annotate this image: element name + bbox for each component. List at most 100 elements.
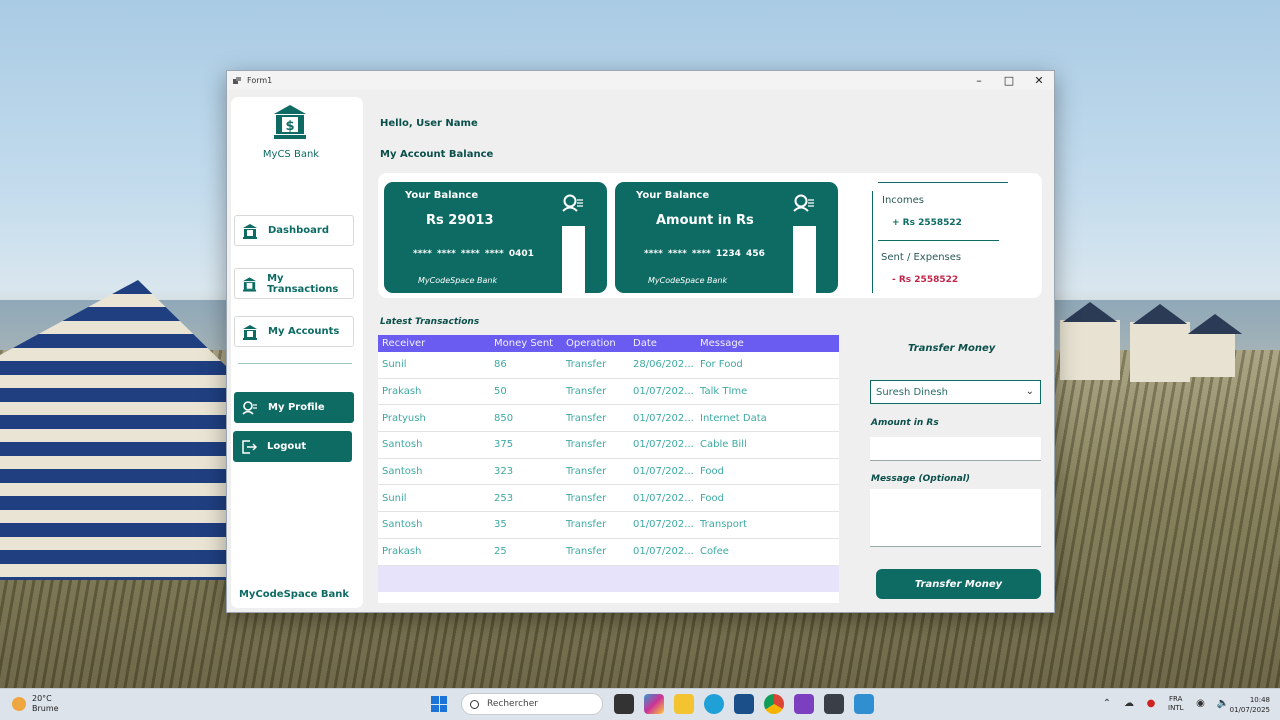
sidebar-item-label: Logout [267, 441, 307, 452]
language-indicator[interactable]: FRA INTL [1168, 695, 1183, 713]
table-cell: Transfer [566, 492, 607, 504]
table-cell: Transfer [566, 412, 607, 424]
column-header[interactable]: Message [696, 338, 816, 349]
table-cell: 01/07/202... [633, 546, 694, 558]
sidebar-item-my-accounts[interactable]: My Accounts [234, 316, 354, 347]
column-header[interactable]: Operation [562, 338, 629, 349]
table-row[interactable]: Prakash 25 Transfer 01/07/202... Cofee [378, 539, 839, 566]
sidebar-item-dashboard[interactable]: Dashboard [234, 215, 354, 246]
table-cell: 01/07/202... [633, 386, 694, 398]
window-title: Form1 [247, 76, 273, 85]
table-cell: Sunil [382, 359, 407, 371]
column-header[interactable]: Money Sent [490, 338, 562, 349]
table-cell: Pratyush [382, 412, 426, 424]
table-cell: 375 [494, 439, 514, 451]
table-cell: 35 [494, 519, 507, 531]
expenses-label: Sent / Expenses [881, 252, 962, 263]
clock-date: 01/07/2025 [1229, 706, 1270, 714]
summary-line [878, 240, 999, 241]
new-row[interactable] [378, 565, 839, 592]
windows-start-icon[interactable] [431, 696, 447, 712]
logout-icon [242, 439, 257, 454]
table-cell: 01/07/202... [633, 466, 694, 478]
table-cell: 850 [494, 412, 514, 424]
table-cell: Prakash [382, 386, 422, 398]
wallpaper-beach-hut [1130, 322, 1190, 382]
chrome-icon[interactable] [764, 694, 784, 714]
sidebar-item-my-profile[interactable]: My Profile [234, 392, 354, 423]
incomes-value: + Rs 2558522 [892, 218, 962, 228]
table-cell: Santosh [382, 439, 423, 451]
weather-temp: 20°C [32, 694, 52, 703]
cloud-icon[interactable]: ☁ [1123, 698, 1135, 710]
amount-input[interactable] [870, 437, 1041, 461]
card-bank-name: MyCodeSpace Bank [418, 276, 498, 285]
transfer-title: Transfer Money [908, 343, 996, 354]
table-row[interactable]: Sunil 253 Transfer 01/07/202... Food [378, 485, 839, 513]
card-number: **** **** **** 1234 456 [644, 249, 765, 259]
sidebar-item-logout[interactable]: Logout [233, 431, 352, 462]
table-cell: Food [700, 466, 724, 478]
title-bar[interactable]: Form1 – □ ✕ [227, 71, 1054, 90]
close-button[interactable]: ✕ [1024, 74, 1054, 87]
message-input[interactable] [870, 489, 1041, 547]
security-icon[interactable]: ● [1145, 698, 1157, 710]
sidebar-item-my-transactions[interactable]: My Transactions [234, 268, 354, 299]
bank-icon [243, 223, 257, 239]
user-card-icon [562, 194, 583, 212]
latest-transactions-title: Latest Transactions [380, 317, 480, 327]
column-header[interactable]: Receiver [378, 338, 490, 349]
clock-time: 10:48 [1249, 696, 1270, 704]
table-cell: For Food [700, 359, 743, 371]
user-card-icon [793, 194, 814, 212]
sidebar-divider [238, 363, 352, 364]
taskbar-search[interactable]: Rechercher [461, 693, 603, 715]
transfer-money-button[interactable]: Transfer Money [876, 569, 1041, 599]
maximize-button[interactable]: □ [994, 74, 1024, 87]
table-cell: Prakash [382, 546, 422, 558]
copilot-icon[interactable] [644, 694, 664, 714]
table-row[interactable]: Sunil 86 Transfer 28/06/202... For Food [378, 352, 839, 379]
edge-icon[interactable] [704, 694, 724, 714]
language-code: FRA [1169, 695, 1183, 703]
transactions-table[interactable]: Receiver Money Sent Operation Date Messa… [378, 335, 839, 603]
app-form-icon[interactable] [824, 694, 844, 714]
table-cell: Sunil [382, 492, 407, 504]
clock[interactable]: 10:48 01/07/2025 [1222, 695, 1270, 715]
task-view-icon[interactable] [614, 694, 634, 714]
app-window: Form1 – □ ✕ $ MyCS Bank Dashboard My Tra… [226, 70, 1055, 613]
card-bank-name: MyCodeSpace Bank [648, 276, 728, 285]
sidebar-item-label: My Profile [268, 402, 325, 413]
search-placeholder: Rechercher [487, 699, 538, 709]
expenses-value: - Rs 2558522 [892, 275, 959, 285]
table-row[interactable]: Santosh 35 Transfer 01/07/202... Transport [378, 512, 839, 539]
column-header[interactable]: Date [629, 338, 696, 349]
bank-name: MyCS Bank [262, 149, 320, 160]
recipient-dropdown[interactable]: Suresh Dinesh ⌄ [870, 380, 1041, 404]
bank-icon [242, 276, 257, 292]
table-row[interactable]: Pratyush 850 Transfer 01/07/202... Internet … [378, 405, 839, 433]
minimize-button[interactable]: – [964, 74, 994, 87]
store-icon[interactable] [734, 694, 754, 714]
table-cell: 253 [494, 492, 514, 504]
table-row[interactable]: Prakash 50 Transfer 01/07/202... Talk TIme [378, 379, 839, 406]
app-icon [233, 76, 242, 85]
weather-condition: Brume [32, 704, 59, 713]
chevron-up-icon[interactable]: ⌃ [1101, 698, 1113, 710]
wallpaper-beach-hut [1185, 332, 1235, 377]
table-row[interactable]: Santosh 323 Transfer 01/07/202... Food [378, 459, 839, 486]
weather-widget[interactable]: 20°C Brume [12, 694, 59, 714]
table-row[interactable]: Santosh 375 Transfer 01/07/202... Cable Bill [378, 432, 839, 459]
file-explorer-icon[interactable] [674, 694, 694, 714]
card-amount: Rs 29013 [426, 213, 494, 228]
system-tray: ⌃ ☁ ● FRA INTL ◉ 🔈 [1096, 695, 1233, 713]
search-icon [470, 699, 479, 709]
network-icon[interactable]: ◉ [1194, 698, 1206, 710]
notepad-icon[interactable] [854, 694, 874, 714]
incomes-label: Incomes [882, 195, 925, 206]
bank-icon [243, 324, 257, 340]
visual-studio-icon[interactable] [794, 694, 814, 714]
balance-section-title: My Account Balance [380, 149, 494, 160]
table-cell: 01/07/202... [633, 439, 694, 451]
table-cell: 01/07/202... [633, 519, 694, 531]
